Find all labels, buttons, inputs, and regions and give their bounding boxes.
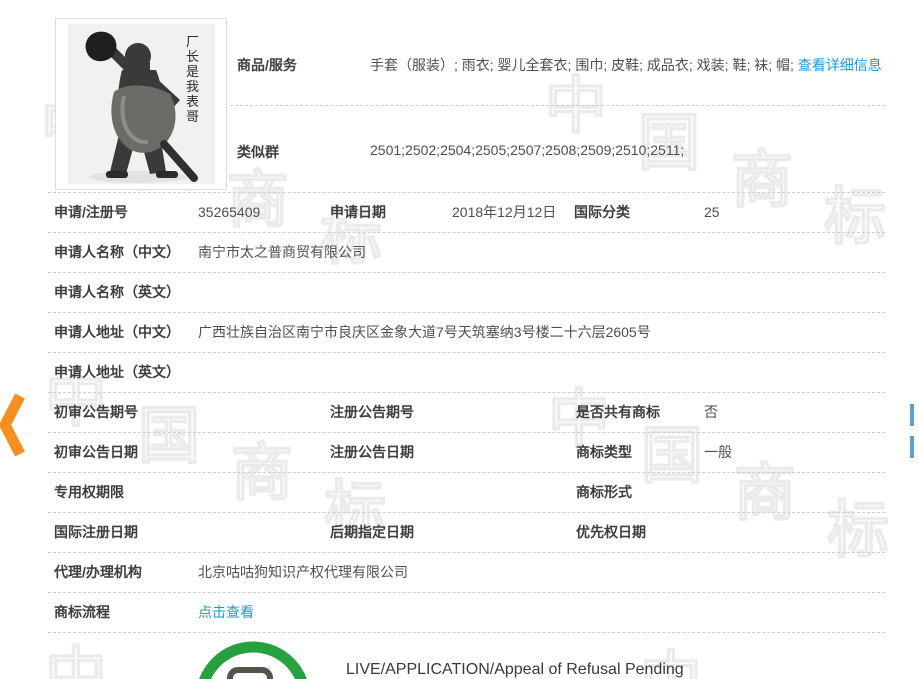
trademark-photo: 厂长是我表哥 bbox=[55, 18, 227, 190]
fields-table: 申请/注册号 35265409 申请日期 2018年12月12日 国际分类 25… bbox=[48, 192, 885, 633]
similar-group-value: 2501;2502;2504;2505;2507;2508;2509;2510;… bbox=[370, 142, 684, 158]
agent-value: 北京咕咕狗知识产权代理有限公司 bbox=[198, 553, 408, 592]
row-applicant-name-cn: 申请人名称（中文） 南宁市太之普商贸有限公司 bbox=[48, 233, 885, 273]
address-cn-label: 申请人地址（中文） bbox=[54, 313, 180, 352]
row-application-number: 申请/注册号 35265409 申请日期 2018年12月12日 国际分类 25 bbox=[48, 193, 885, 233]
side-widget-bar-bottom[interactable] bbox=[910, 436, 914, 458]
exclusive-period-label: 专用权期限 bbox=[54, 473, 124, 512]
svg-text:表: 表 bbox=[186, 95, 199, 110]
row-exclusive-period: 专用权期限 商标形式 bbox=[48, 473, 885, 513]
intl-class-value: 25 bbox=[704, 193, 720, 232]
status-ring bbox=[193, 637, 313, 679]
agent-label: 代理/办理机构 bbox=[54, 553, 142, 592]
briefcase-icon bbox=[230, 670, 270, 679]
trademark-vertical-text: 厂长是我表哥 bbox=[186, 35, 199, 125]
status-ring-circle bbox=[201, 647, 305, 679]
collapse-arrow-icon[interactable] bbox=[0, 390, 26, 460]
app-date-label: 申请日期 bbox=[330, 193, 386, 232]
row-gazette-numbers: 初审公告期号 注册公告期号 是否共有商标 否 bbox=[48, 393, 885, 433]
is-shared-value: 否 bbox=[704, 393, 718, 432]
is-shared-label: 是否共有商标 bbox=[576, 393, 660, 432]
applicant-cn-label: 申请人名称（中文） bbox=[54, 233, 180, 272]
raised-shoe bbox=[86, 32, 117, 62]
trademark-photo-art: 厂长是我表哥 bbox=[68, 24, 215, 184]
applicant-en-label: 申请人名称（英文） bbox=[54, 273, 180, 312]
reg-gazette-date-label: 注册公告日期 bbox=[330, 433, 414, 472]
reg-no-label: 申请/注册号 bbox=[54, 193, 128, 232]
row-trademark-process: 商标流程 点击查看 bbox=[48, 593, 885, 633]
row-gazette-dates: 初审公告日期 注册公告日期 商标类型 一般 bbox=[48, 433, 885, 473]
similar-group-label: 类似群 bbox=[237, 142, 279, 162]
process-view-link[interactable]: 点击查看 bbox=[198, 604, 254, 620]
goods-value: 手套（服装）; 雨衣; 婴儿全套衣; 围巾; 皮鞋; 成品衣; 戏装; 鞋; 袜… bbox=[370, 57, 794, 73]
process-label: 商标流程 bbox=[54, 593, 110, 632]
row-applicant-address-en: 申请人地址（英文） bbox=[48, 353, 885, 393]
address-cn-value: 广西壮族自治区南宁市良庆区金象大道7号天筑塞纳3号楼二十六层2605号 bbox=[198, 313, 651, 352]
applicant-cn-value: 南宁市太之普商贸有限公司 bbox=[198, 233, 366, 272]
side-widget-bar-top[interactable] bbox=[910, 404, 914, 426]
prelim-gazette-date-label: 初审公告日期 bbox=[54, 433, 138, 472]
row-international-dates: 国际注册日期 后期指定日期 优先权日期 bbox=[48, 513, 885, 553]
svg-text:哥: 哥 bbox=[186, 110, 199, 125]
late-designation-date-label: 后期指定日期 bbox=[330, 513, 414, 552]
row-applicant-address-cn: 申请人地址（中文） 广西壮族自治区南宁市良庆区金象大道7号天筑塞纳3号楼二十六层… bbox=[48, 313, 885, 353]
goods-detail-link[interactable]: 查看详细信息 bbox=[798, 57, 882, 73]
svg-text:是: 是 bbox=[186, 65, 199, 80]
prelim-gazette-no-label: 初审公告期号 bbox=[54, 393, 138, 432]
intl-class-label: 国际分类 bbox=[574, 193, 630, 232]
goods-divider bbox=[230, 105, 885, 106]
goods-label: 商品/服务 bbox=[237, 55, 297, 75]
svg-text:长: 长 bbox=[186, 50, 199, 65]
address-en-label: 申请人地址（英文） bbox=[54, 353, 180, 392]
reg-gazette-no-label: 注册公告期号 bbox=[330, 393, 414, 432]
tm-type-value: 一般 bbox=[704, 433, 732, 472]
row-applicant-name-en: 申请人名称（英文） bbox=[48, 273, 885, 313]
trademark-detail-page: 中国商标中国商标中国商标中国商标中国商标中国商标 厂长是我表哥 bbox=[0, 0, 919, 679]
svg-text:我: 我 bbox=[186, 80, 199, 95]
tm-form-label: 商标形式 bbox=[576, 473, 632, 512]
app-date-value: 2018年12月12日 bbox=[452, 193, 556, 232]
intl-reg-date-label: 国际注册日期 bbox=[54, 513, 138, 552]
reg-no-value: 35265409 bbox=[198, 193, 260, 232]
tm-type-label: 商标类型 bbox=[576, 433, 632, 472]
row-agent: 代理/办理机构 北京咕咕狗知识产权代理有限公司 bbox=[48, 553, 885, 593]
svg-text:中: 中 bbox=[45, 639, 107, 679]
priority-date-label: 优先权日期 bbox=[576, 513, 646, 552]
status-text: LIVE/APPLICATION/Appeal of Refusal Pendi… bbox=[346, 661, 684, 679]
svg-text:厂: 厂 bbox=[186, 35, 199, 50]
